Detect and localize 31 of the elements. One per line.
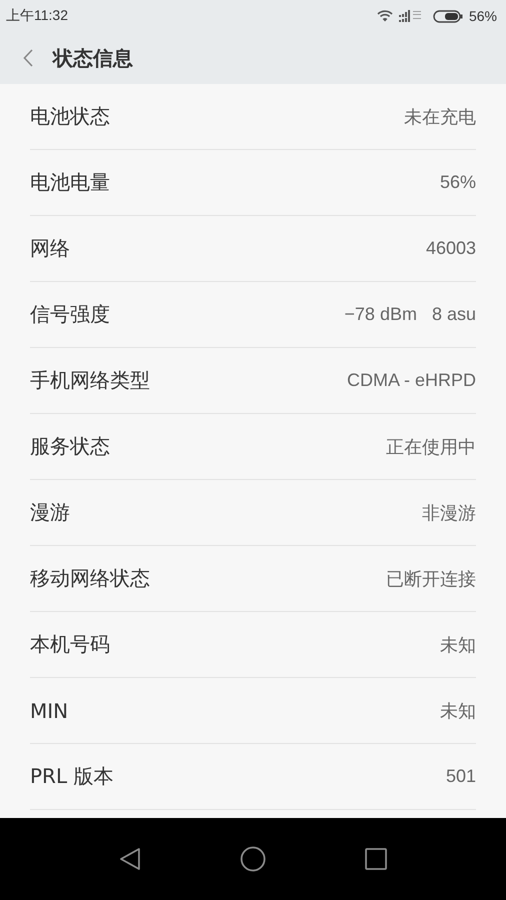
wifi-icon — [376, 10, 393, 22]
row-label: MIN — [30, 698, 68, 722]
row-value: 已断开连接 — [386, 568, 476, 590]
status-time: 上午11:32 — [6, 7, 68, 25]
page-title: 状态信息 — [53, 44, 133, 72]
row-label: 本机号码 — [30, 631, 110, 658]
row-value: −78 dBm 8 asu — [344, 304, 476, 325]
row-value: 501 — [446, 766, 476, 787]
row-label: 电池状态 — [30, 103, 110, 130]
row-label: 信号强度 — [30, 301, 110, 328]
back-icon[interactable] — [23, 49, 33, 67]
home-icon[interactable] — [240, 846, 266, 872]
row-label: 漫游 — [30, 499, 70, 526]
row-label: 网络 — [30, 235, 70, 262]
row-label: 手机网络类型 — [30, 367, 150, 394]
battery-icon — [432, 10, 463, 22]
row-value: 非漫游 — [422, 502, 476, 524]
row-value: 正在使用中 — [386, 436, 476, 458]
battery-percent: 56% — [468, 8, 497, 24]
row-value: 56% — [440, 172, 476, 193]
row-label: PRL 版本 — [30, 763, 114, 790]
row-value: 未知 — [440, 634, 476, 656]
row-label: 服务状态 — [30, 433, 110, 460]
back-icon[interactable] — [119, 847, 142, 871]
row-value: 未在充电 — [404, 106, 476, 128]
row-value: CDMA - eHRPD — [346, 370, 476, 391]
recents-icon[interactable] — [364, 848, 387, 870]
row-label: 移动网络状态 — [30, 565, 150, 592]
row-value: 未知 — [440, 700, 476, 722]
row-label: 电池电量 — [30, 169, 110, 196]
row-value: 46003 — [426, 238, 476, 259]
